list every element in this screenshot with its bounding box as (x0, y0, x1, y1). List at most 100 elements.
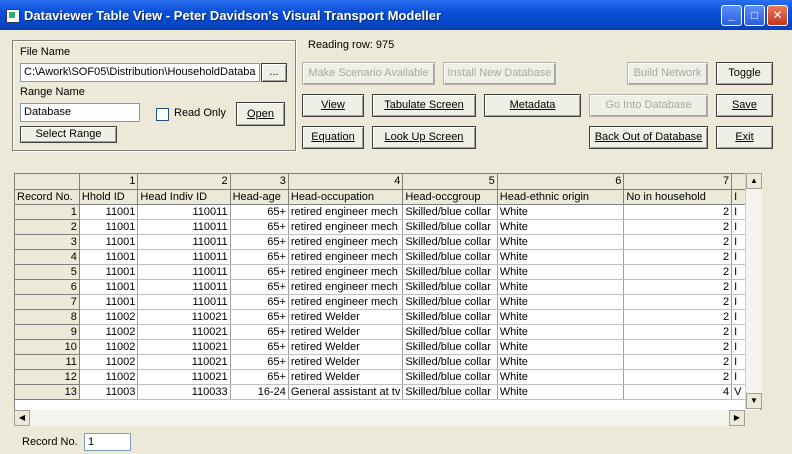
exit-button[interactable]: Exit (716, 126, 773, 149)
record-no-field[interactable]: 1 (84, 433, 131, 451)
grid-cell[interactable]: 11002 (79, 354, 139, 370)
grid-cell[interactable]: 11002 (79, 309, 139, 325)
grid-cell[interactable]: 2 (623, 279, 733, 295)
table-row[interactable]: 5 11001 110011 65+ retired engineer mech Skil… (15, 264, 760, 280)
grid-cell[interactable]: 16-24 (230, 384, 289, 400)
grid-cell[interactable]: Skilled/blue collar (402, 234, 498, 250)
grid-cell[interactable]: 65+ (230, 354, 289, 370)
grid-cell[interactable]: 11001 (79, 234, 139, 250)
browse-button[interactable]: ... (261, 63, 287, 82)
table-row[interactable]: 7 11001 110011 65+ retired engineer mech Skil… (15, 294, 760, 310)
grid-cell[interactable]: 65+ (230, 234, 289, 250)
grid-cell[interactable]: 7 (15, 294, 80, 310)
grid-cell[interactable]: White (497, 339, 625, 355)
grid-cell[interactable]: Skilled/blue collar (402, 384, 498, 400)
table-row[interactable]: 6 11001 110011 65+ retired engineer mech Skil… (15, 279, 760, 295)
grid-cell[interactable]: retired engineer mech (288, 264, 404, 280)
grid-cell[interactable]: retired Welder (288, 339, 404, 355)
grid-cell[interactable]: General assistant at tv (288, 384, 404, 400)
make-scenario-available-button[interactable]: Make Scenario Available (302, 62, 435, 85)
grid-cell[interactable]: White (497, 354, 625, 370)
grid-cell[interactable]: 110011 (137, 279, 231, 295)
grid-cell[interactable]: 2 (623, 339, 733, 355)
grid-cell[interactable]: 65+ (230, 249, 289, 265)
grid-cell[interactable]: 2 (137, 174, 231, 190)
view-button[interactable]: View (302, 94, 364, 117)
grid-cell[interactable]: 2 (623, 249, 733, 265)
grid-cell[interactable]: 2 (623, 234, 733, 250)
toggle-button[interactable]: Toggle (716, 62, 773, 85)
grid-cell[interactable]: 2 (623, 219, 733, 235)
table-row[interactable]: 11 11002 110021 65+ retired Welder Skilled/bl… (15, 354, 760, 370)
grid-cell[interactable]: 2 (623, 369, 733, 385)
grid-cell[interactable]: 11001 (79, 219, 139, 235)
grid-cell[interactable]: 4 (623, 384, 733, 400)
table-row[interactable]: 8 11002 110021 65+ retired Welder Skilled/blu… (15, 309, 760, 325)
grid-cell[interactable]: 110011 (137, 234, 231, 250)
grid-cell[interactable]: 2 (623, 324, 733, 340)
grid-cell[interactable]: 7 (623, 174, 733, 190)
grid-cell[interactable]: 11001 (79, 294, 139, 310)
close-button[interactable]: ✕ (767, 5, 788, 26)
grid-cell[interactable]: retired Welder (288, 324, 404, 340)
grid-cell[interactable]: 1 (79, 174, 139, 190)
grid-cell[interactable]: Skilled/blue collar (402, 204, 498, 220)
grid-cell[interactable]: 65+ (230, 264, 289, 280)
grid-cell[interactable]: 11001 (79, 279, 139, 295)
grid-cell[interactable]: 65+ (230, 309, 289, 325)
grid-cell[interactable]: Hhold ID (79, 189, 139, 205)
grid-cell[interactable]: 11 (15, 354, 80, 370)
equation-button[interactable]: Equation (302, 126, 364, 149)
horizontal-scrollbar[interactable]: ◀ ▶ (14, 410, 745, 426)
go-into-database-button[interactable]: Go Into Database (589, 94, 708, 117)
grid-cell[interactable]: retired Welder (288, 309, 404, 325)
grid-cell[interactable]: 110021 (137, 324, 231, 340)
grid-cell[interactable]: 110011 (137, 204, 231, 220)
grid-cell[interactable]: 65+ (230, 219, 289, 235)
grid-cell[interactable]: 11001 (79, 264, 139, 280)
table-row[interactable]: 10 11002 110021 65+ retired Welder Skilled/bl… (15, 339, 760, 355)
grid-cell[interactable]: 110021 (137, 339, 231, 355)
grid-cell[interactable]: 13 (15, 384, 80, 400)
grid-cell[interactable]: 11002 (79, 324, 139, 340)
tabulate-screen-button[interactable]: Tabulate Screen (372, 94, 476, 117)
select-range-button[interactable]: Select Range (20, 126, 117, 143)
grid-cell[interactable]: 11003 (79, 384, 139, 400)
grid-cell[interactable]: 110011 (137, 264, 231, 280)
open-button[interactable]: Open (236, 102, 285, 126)
grid-cell[interactable]: 110033 (137, 384, 231, 400)
grid-cell[interactable]: 11001 (79, 204, 139, 220)
grid-cell[interactable]: retired engineer mech (288, 204, 404, 220)
grid-cell[interactable]: 4 (288, 174, 404, 190)
grid-cell[interactable]: retired Welder (288, 369, 404, 385)
grid-cell[interactable]: retired engineer mech (288, 294, 404, 310)
grid-cell[interactable]: 65+ (230, 294, 289, 310)
grid-cell[interactable]: 3 (15, 234, 80, 250)
back-out-of-database-button[interactable]: Back Out of Database (589, 126, 708, 149)
vertical-scrollbar[interactable]: ▲ ▼ (745, 173, 762, 409)
grid-cell[interactable]: White (497, 294, 625, 310)
grid-cell[interactable]: 3 (230, 174, 289, 190)
table-row[interactable]: 3 11001 110011 65+ retired engineer mech Skil… (15, 234, 760, 250)
install-new-database-button[interactable]: Install New Database (443, 62, 556, 85)
grid-cell[interactable]: Head-occupation (288, 189, 404, 205)
scroll-left-arrow-icon[interactable]: ◀ (14, 410, 30, 426)
grid-cell[interactable]: retired engineer mech (288, 279, 404, 295)
grid-cell[interactable]: White (497, 204, 625, 220)
grid-cell[interactable] (15, 174, 80, 190)
grid-cell[interactable]: retired engineer mech (288, 219, 404, 235)
grid-cell[interactable]: 1 (15, 204, 80, 220)
grid-cell[interactable]: 10 (15, 339, 80, 355)
grid-cell[interactable]: White (497, 324, 625, 340)
grid-cell[interactable]: 5 (402, 174, 498, 190)
table-row[interactable]: 4 11001 110011 65+ retired engineer mech Skil… (15, 249, 760, 265)
grid-cell[interactable]: 2 (623, 294, 733, 310)
grid-cell[interactable]: White (497, 219, 625, 235)
grid-cell[interactable]: 2 (15, 219, 80, 235)
grid-cell[interactable]: Head-occgroup (402, 189, 498, 205)
grid-cell[interactable]: retired engineer mech (288, 234, 404, 250)
grid-cell[interactable]: 11002 (79, 339, 139, 355)
column-number-row[interactable]: 1234567 (15, 174, 760, 190)
data-grid[interactable]: 1 2 3 4 5 6 7 Record No. Hhold ID Head Indiv ID He… (14, 173, 761, 426)
grid-cell[interactable]: 65+ (230, 369, 289, 385)
